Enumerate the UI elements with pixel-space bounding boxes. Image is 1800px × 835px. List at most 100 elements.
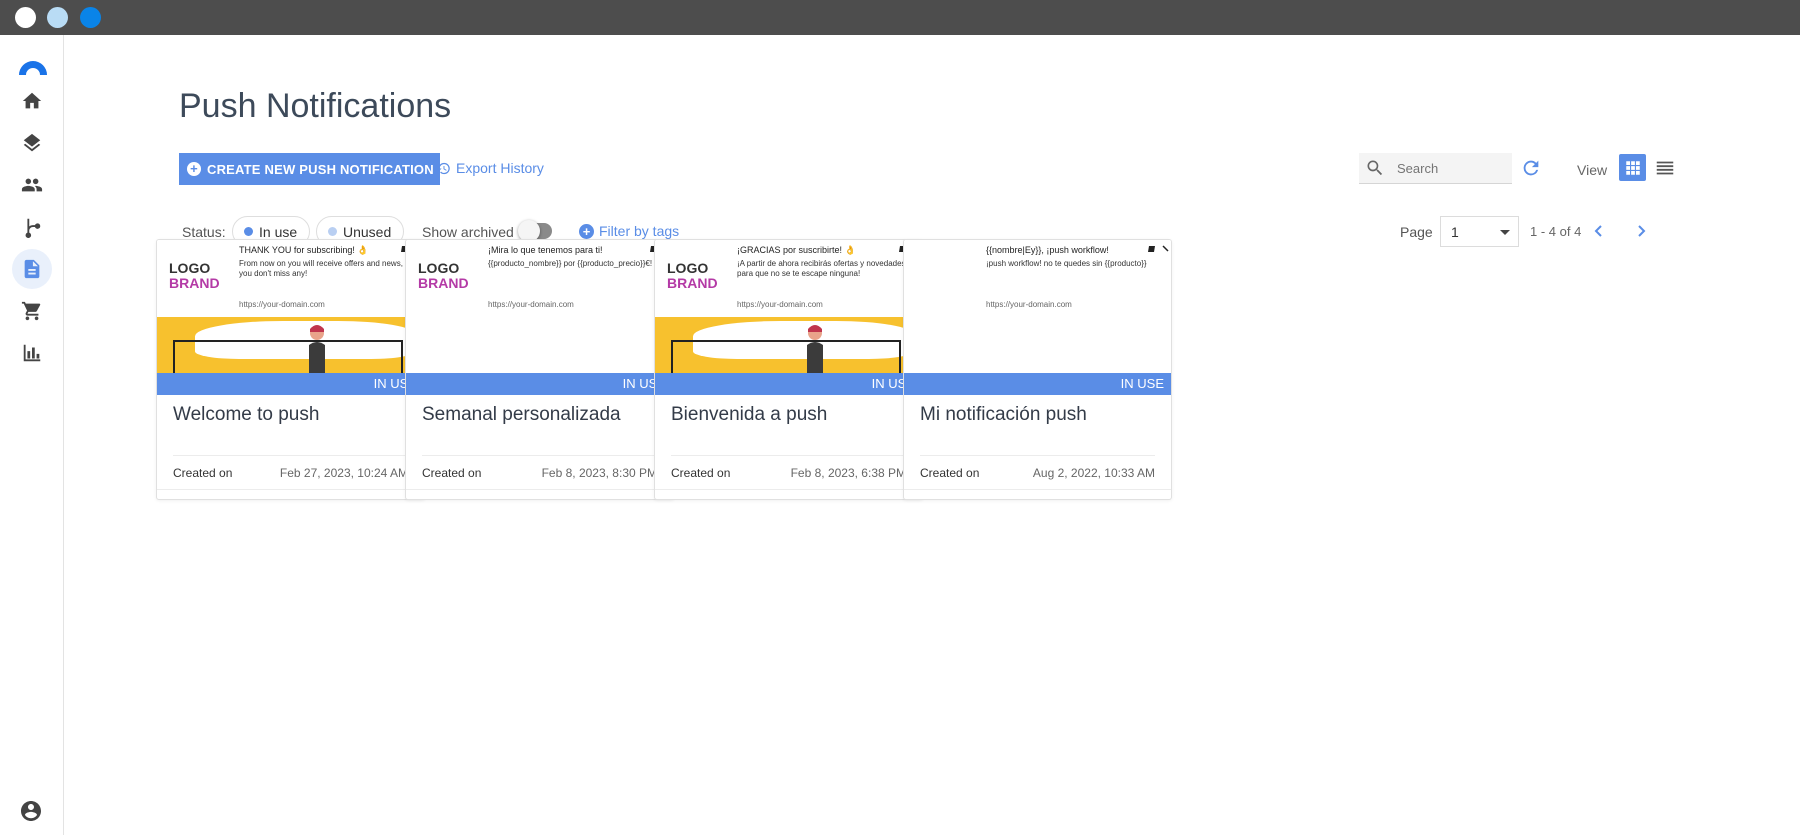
status-badge: IN USE <box>655 373 922 395</box>
preview-title: {{nombre|Ey}}, ¡push workflow! <box>986 245 1109 255</box>
notification-preview[interactable]: LOGO BRAND ¡GRACIAS por suscribirte! 👌 ¡… <box>655 240 922 373</box>
preview-title: ¡Mira lo que tenemos para ti! <box>488 245 603 255</box>
preview-logo: LOGO BRAND <box>418 261 469 291</box>
status-filter-label: Status: <box>182 224 226 240</box>
sidebar-item-contacts[interactable] <box>12 165 52 205</box>
pagination-range: 1 - 4 of 4 <box>1530 224 1582 239</box>
refresh-icon <box>1523 160 1539 176</box>
preview-url: https://your-domain.com <box>986 300 1072 309</box>
created-date: Feb 8, 2023, 8:30 PM <box>541 466 657 480</box>
preview-logo-line2: BRAND <box>418 275 469 291</box>
window-maximize-button[interactable] <box>80 7 101 28</box>
preview-body: {{producto_nombre}} por {{producto_preci… <box>488 259 653 268</box>
sidebar-item-workflows[interactable] <box>12 207 52 247</box>
filter-by-tags-link[interactable]: + Filter by tags <box>579 223 679 239</box>
main-content: Push Notifications + CREATE NEW PUSH NOT… <box>64 35 1800 835</box>
preview-frame <box>671 340 901 373</box>
card-actions: View More <box>157 489 424 499</box>
search-icon <box>1367 160 1383 176</box>
card-actions: View More <box>655 489 922 499</box>
grid-view-button[interactable] <box>1619 154 1646 181</box>
caret-down-icon <box>1500 230 1510 235</box>
sidebar-item-reports[interactable] <box>12 333 52 373</box>
created-date: Feb 27, 2023, 10:24 AM <box>279 466 408 480</box>
unused-label: Unused <box>343 223 392 240</box>
page-select[interactable]: 1 <box>1440 216 1519 247</box>
preview-logo-line1: LOGO <box>667 260 709 276</box>
notification-card[interactable]: LOGO BRAND ¡GRACIAS por suscribirte! 👌 ¡… <box>654 239 923 500</box>
preview-url: https://your-domain.com <box>239 300 325 309</box>
card-title[interactable]: Bienvenida a push <box>655 395 922 455</box>
preview-logo-line1: LOGO <box>169 260 211 276</box>
notification-card[interactable]: LOGO BRAND THANK YOU for subscribing! 👌 … <box>156 239 425 500</box>
card-created-row: Created on Feb 8, 2023, 6:38 PM <box>671 455 906 489</box>
create-button-label: CREATE NEW PUSH NOTIFICATION <box>207 161 434 177</box>
sidebar-user-account[interactable] <box>19 799 45 825</box>
window-minimize-button[interactable] <box>47 7 68 28</box>
preview-title: ¡GRACIAS por suscribirte! 👌 <box>737 245 856 255</box>
previous-page-button[interactable] <box>1591 223 1607 239</box>
preview-body: ¡A partir de ahora recibirás ofertas y n… <box>737 259 908 278</box>
view-label: View <box>1577 162 1608 178</box>
card-title[interactable]: Welcome to push <box>157 395 424 455</box>
in-use-dot-icon <box>244 227 253 236</box>
page-label: Page <box>1400 224 1433 240</box>
workflow-icon <box>25 218 41 238</box>
window-titlebar <box>0 0 1800 35</box>
sidebar-item-layers[interactable] <box>12 123 52 163</box>
cart-icon <box>21 301 41 321</box>
card-actions: View More <box>406 489 673 499</box>
sidebar-item-home[interactable] <box>12 81 52 121</box>
page-select-value: 1 <box>1451 224 1459 240</box>
chevron-left-icon <box>1594 225 1602 237</box>
notification-preview[interactable]: {{nombre|Ey}}, ¡push workflow! ¡push wor… <box>904 240 1171 373</box>
home-icon <box>22 92 42 109</box>
preview-body: From now on you will receive offers and … <box>239 259 414 278</box>
card-title[interactable]: Semanal personalizada <box>406 395 673 455</box>
created-label: Created on <box>173 466 233 480</box>
preview-browser-icons <box>1148 245 1169 252</box>
chart-icon <box>23 344 41 362</box>
search-input[interactable] <box>1397 160 1497 176</box>
create-push-notification-button[interactable]: + CREATE NEW PUSH NOTIFICATION <box>179 153 440 185</box>
created-date: Aug 2, 2022, 10:33 AM <box>1032 466 1155 480</box>
search-box <box>1359 153 1512 184</box>
plus-circle-icon: + <box>579 223 594 239</box>
created-label: Created on <box>422 466 482 480</box>
card-title[interactable]: Mi notificación push <box>904 395 1171 455</box>
status-badge: IN USE <box>157 373 424 395</box>
list-view-button[interactable] <box>1654 157 1676 179</box>
plus-circle-icon: + <box>187 162 201 176</box>
preview-image <box>157 317 424 373</box>
preview-url: https://your-domain.com <box>488 300 574 309</box>
notification-card[interactable]: LOGO BRAND ¡Mira lo que tenemos para ti!… <box>405 239 674 500</box>
document-icon <box>24 259 40 279</box>
preview-logo-line2: BRAND <box>169 275 220 291</box>
preview-body: ¡push workflow! no te quedes sin {{produ… <box>986 259 1147 268</box>
sidebar-item-templates[interactable] <box>12 249 52 289</box>
list-icon <box>1656 161 1674 175</box>
sidebar <box>0 35 64 835</box>
people-icon <box>21 178 43 192</box>
created-label: Created on <box>671 466 731 480</box>
show-archived-toggle[interactable] <box>518 220 552 242</box>
status-badge: IN USE <box>406 373 673 395</box>
card-created-row: Created on Feb 8, 2023, 8:30 PM <box>422 455 657 489</box>
app-logo-icon[interactable] <box>17 55 49 77</box>
preview-title: THANK YOU for subscribing! 👌 <box>239 245 369 255</box>
notification-card[interactable]: {{nombre|Ey}}, ¡push workflow! ¡push wor… <box>903 239 1172 500</box>
refresh-button[interactable] <box>1520 157 1542 179</box>
sidebar-item-ecommerce[interactable] <box>12 291 52 331</box>
window-close-button[interactable] <box>15 7 36 28</box>
created-label: Created on <box>920 466 980 480</box>
notification-preview[interactable]: LOGO BRAND ¡Mira lo que tenemos para ti!… <box>406 240 673 373</box>
notification-preview[interactable]: LOGO BRAND THANK YOU for subscribing! 👌 … <box>157 240 424 373</box>
account-icon <box>21 801 41 821</box>
person-illustration-icon <box>807 325 823 373</box>
next-page-button[interactable] <box>1633 223 1649 239</box>
preview-image <box>655 317 922 373</box>
person-illustration-icon <box>309 325 325 373</box>
export-history-link[interactable]: Export History <box>436 160 544 176</box>
filter-by-tags-label: Filter by tags <box>599 223 680 239</box>
show-archived-label: Show archived <box>422 224 514 240</box>
